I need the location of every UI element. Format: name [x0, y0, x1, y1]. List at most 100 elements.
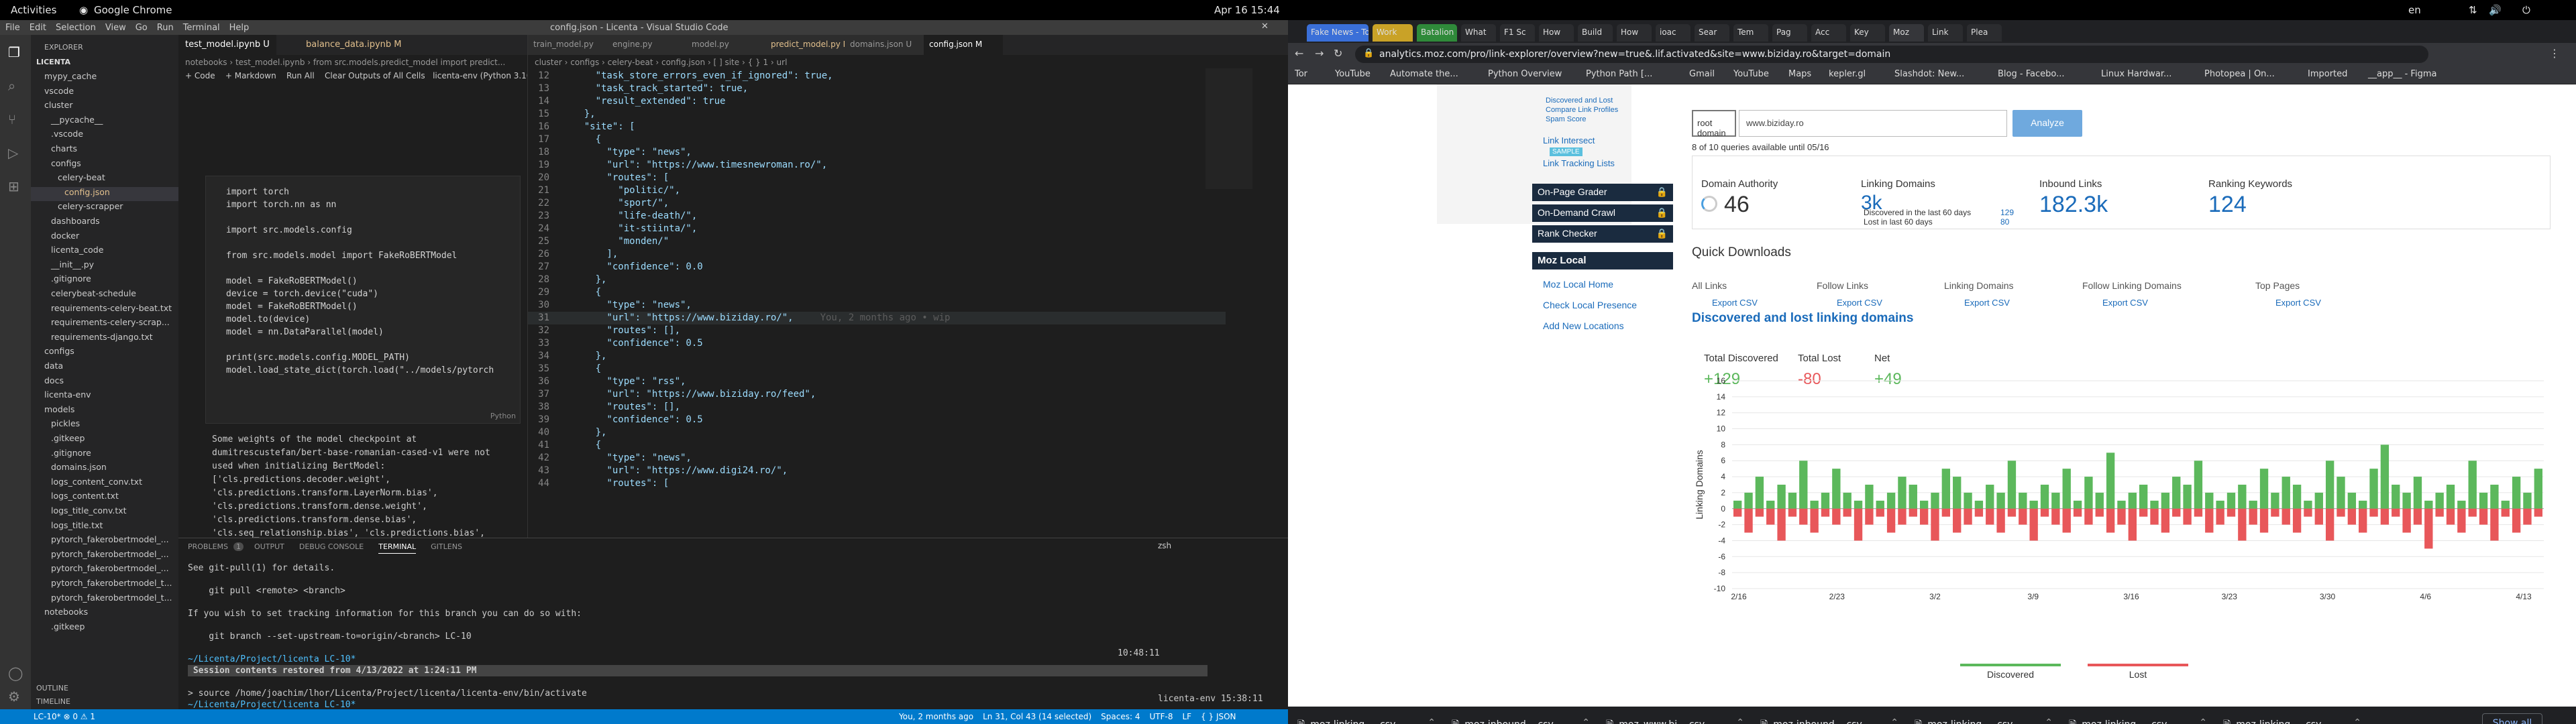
lost-bar[interactable]: [1931, 508, 1939, 541]
browser-tab[interactable]: Acc: [1811, 24, 1846, 42]
tree-item[interactable]: requirements-celery-beat.txt: [31, 303, 178, 317]
panel-tab-gitlens[interactable]: GITLENS: [431, 542, 462, 551]
bookmark-item[interactable]: YouTube: [1733, 69, 1769, 79]
discovered-bar[interactable]: [2194, 461, 2203, 509]
menu-item-go[interactable]: Go: [136, 23, 148, 33]
lost-bar[interactable]: [2150, 508, 2159, 525]
tree-item[interactable]: logs_content.txt: [31, 491, 178, 505]
tree-item[interactable]: data: [31, 361, 178, 375]
tree-item[interactable]: requirements-celery-scrap...: [31, 317, 178, 331]
discovered-bar[interactable]: [1865, 485, 1874, 509]
lost-bar[interactable]: [1810, 508, 1819, 533]
code-line[interactable]: 43 "url": "https://www.digi24.ro/",: [528, 465, 1226, 477]
bookmark-item[interactable]: __app__ - Figma: [2368, 69, 2436, 79]
line-content[interactable]: "routes": [],: [561, 325, 680, 336]
tree-item[interactable]: celery-beat: [31, 172, 178, 186]
tab-balance-data[interactable]: balance_data.ipynb M: [299, 35, 409, 55]
line-content[interactable]: {: [561, 440, 601, 450]
discovered-bar[interactable]: [1744, 492, 1753, 509]
forward-icon[interactable]: →: [1315, 47, 1324, 60]
lost-bar[interactable]: [2271, 508, 2279, 517]
lost-bar[interactable]: [2479, 508, 2488, 525]
lost-bar[interactable]: [1865, 508, 1874, 525]
browser-tab[interactable]: Link: [1928, 24, 1963, 42]
discovered-bar[interactable]: [1810, 500, 1819, 509]
language-indicator[interactable]: en: [2408, 4, 2421, 16]
code-cell[interactable]: import torch import torch.nn as nn import …: [205, 176, 521, 424]
discovered-bar[interactable]: [2073, 500, 2082, 509]
download-item[interactable]: 🗎 moz-inbound....csv ⌃: [1755, 713, 1902, 724]
discovered-count[interactable]: 129: [2000, 208, 2014, 217]
discovered-bar[interactable]: [1876, 500, 1884, 509]
lost-bar[interactable]: [2282, 508, 2290, 525]
add-code-button[interactable]: + Code: [185, 71, 215, 80]
tree-item[interactable]: notebooks: [31, 607, 178, 621]
timeline-section[interactable]: TIMELINE: [36, 697, 70, 706]
lost-bar[interactable]: [1854, 508, 1863, 541]
discovered-bar[interactable]: [2479, 492, 2488, 509]
code-line[interactable]: 41 {: [528, 439, 1226, 452]
discovered-bar[interactable]: [2512, 477, 2521, 509]
menu-item-terminal[interactable]: Terminal: [183, 23, 220, 33]
tab-train-model-py[interactable]: train_model.py: [528, 35, 607, 55]
line-content[interactable]: ],: [561, 249, 618, 259]
lost-bar[interactable]: [1964, 508, 1972, 525]
terminal-shell-label[interactable]: zsh: [1158, 541, 1171, 550]
discovered-bar[interactable]: [1909, 485, 1917, 509]
export-csv-button[interactable]: Export CSV: [2275, 298, 2321, 308]
code-line[interactable]: 30 "type": "news",: [528, 299, 1226, 312]
code-line[interactable]: 34 },: [528, 350, 1226, 363]
discovered-bar[interactable]: [2359, 500, 2367, 509]
tree-item[interactable]: __init__.py: [31, 259, 178, 274]
discovered-bar[interactable]: [1821, 492, 1830, 509]
lost-bar[interactable]: [2304, 508, 2312, 517]
tree-item[interactable]: charts: [31, 143, 178, 158]
menu-item-selection[interactable]: Selection: [56, 23, 96, 33]
menu-item-view[interactable]: View: [105, 23, 126, 33]
outline-section[interactable]: OUTLINE: [36, 684, 68, 692]
bookmark-item[interactable]: Tor: [1295, 69, 1307, 79]
lost-bar[interactable]: [2249, 508, 2257, 525]
status-item[interactable]: LF: [1182, 712, 1191, 721]
nav-button-on-page-grader[interactable]: On-Page Grader 🔒: [1532, 184, 1673, 201]
line-content[interactable]: "life-death/",: [561, 210, 697, 221]
download-item[interactable]: 🗎 moz-linking-....csv ⌃: [1292, 713, 1440, 724]
code-line[interactable]: import torch: [226, 186, 494, 198]
lost-bar[interactable]: [1832, 508, 1841, 525]
code-line[interactable]: 12 "task_store_errors_even_if_ignored": …: [528, 70, 1226, 82]
discovered-bar[interactable]: [2490, 485, 2499, 509]
discovered-bar[interactable]: [2304, 500, 2312, 509]
code-line[interactable]: 42 "type": "news",: [528, 452, 1226, 465]
tree-item[interactable]: pytorch_fakerobertmodel_t...: [31, 593, 178, 607]
browser-tab[interactable]: Pag: [1772, 24, 1807, 42]
lost-count[interactable]: 80: [2000, 217, 2009, 227]
menu-item-run[interactable]: Run: [157, 23, 174, 33]
discovered-bar[interactable]: [2062, 469, 2071, 509]
bookmark-item[interactable]: Slashdot: New...: [1894, 69, 1964, 79]
code-line[interactable]: 44 "routes": [: [528, 477, 1226, 490]
line-content[interactable]: "type": "rss",: [561, 376, 686, 387]
download-item[interactable]: 🗎 moz-linking-....csv ⌃: [2063, 713, 2211, 724]
discovered-bar[interactable]: [1854, 500, 1863, 509]
close-icon[interactable]: ✕: [1261, 21, 1269, 32]
line-content[interactable]: "monden/": [561, 236, 669, 247]
extensions-icon[interactable]: ⊞: [8, 178, 19, 194]
lost-bar[interactable]: [2347, 508, 2357, 525]
discovered-bar[interactable]: [2249, 500, 2257, 509]
lost-bar[interactable]: [2534, 508, 2542, 517]
account-icon[interactable]: ◯: [8, 665, 23, 681]
code-line[interactable]: 18 "type": "news",: [528, 146, 1226, 159]
discovered-bar[interactable]: [2205, 492, 2214, 509]
lost-bar[interactable]: [1876, 508, 1884, 517]
code-line[interactable]: 16 "site": [: [528, 121, 1226, 133]
code-line[interactable]: model.load_state_dict(torch.load("../mod…: [226, 364, 494, 377]
lost-bar[interactable]: [2183, 508, 2192, 525]
code-line[interactable]: 33 "confidence": 0.5: [528, 337, 1226, 350]
code-line[interactable]: 25 "monden/": [528, 235, 1226, 248]
lost-bar[interactable]: [1755, 508, 1764, 517]
nav-button-on-demand-crawl[interactable]: On-Demand Crawl 🔒: [1532, 204, 1673, 222]
discovered-bar[interactable]: [2040, 485, 2049, 509]
status-item[interactable]: { } JSON: [1201, 712, 1236, 721]
discovered-bar[interactable]: [2292, 485, 2302, 509]
discovered-bar[interactable]: [2282, 477, 2290, 509]
